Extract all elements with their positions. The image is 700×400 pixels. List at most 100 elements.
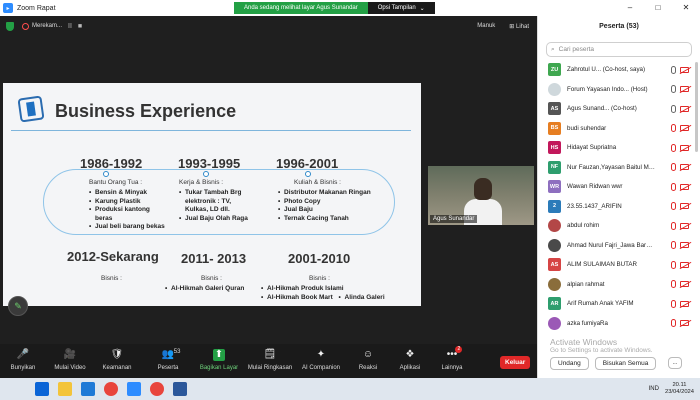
file-explorer-icon[interactable] [58,382,72,396]
participant-status-icons [671,182,689,191]
meeting-toolbar: 🎤 Bunyikan 🎥 Mulai Video 🛡 Keamanan 👥 53 … [0,344,537,378]
mic-off-icon [671,163,676,172]
avatar: 2 [548,199,561,213]
participants-button[interactable]: 👥 53 Peserta [153,344,183,371]
windows-start-icon[interactable] [35,382,49,396]
close-button[interactable]: ✕ [672,0,700,16]
block-item: Al-Hikmah Galeri Quran [165,285,255,294]
invite-button[interactable]: Undang [550,357,589,370]
stop-recording-button[interactable]: ■ [78,23,82,30]
record-icon [22,22,29,30]
language-indicator[interactable]: IND [649,386,659,392]
participant-status-icons [671,124,689,133]
layout-button[interactable]: Manuk [477,23,495,30]
timeline-year: 2011- 2013 [181,251,247,266]
participant-row[interactable]: abdul rohim [538,216,700,236]
experience-block: Bantu Orang Tua : Bensin & Minyak Karung… [89,179,179,232]
scrollbar[interactable] [695,62,698,152]
avatar: AR [548,297,561,311]
participant-row[interactable]: 2 23.55.1437_ARIFIN [538,197,700,217]
participant-row[interactable]: ZU Zahrotul U... (Co-host, saya) [538,60,700,80]
clock[interactable]: 20.11 23/04/2024 [665,382,694,396]
participant-name: Arif Rumah Anak YAFIM [567,300,634,308]
video-off-icon [680,300,689,307]
chrome-icon[interactable] [104,382,118,396]
mic-off-icon [671,299,676,308]
participant-status-icons [671,163,689,172]
avatar [548,82,561,96]
participant-row[interactable]: AR Arif Rumah Anak YAFIM [538,294,700,314]
participant-row[interactable]: WR Wawan Ridwan wwr [538,177,700,197]
leave-button[interactable]: Keluar [500,356,531,369]
mic-off-icon [671,280,676,289]
system-tray: IND 20.11 23/04/2024 [649,382,694,396]
participant-row[interactable]: NF Nur Fauzan,Yayasan Baitul Musl... [538,158,700,178]
avatar [548,316,561,330]
participant-status-icons [671,85,689,94]
participant-status-icons [671,65,689,74]
participant-row[interactable]: HS Hidayat Supriatna [538,138,700,158]
mic-off-icon [671,143,676,152]
panel-title: Peserta (53) [599,23,639,30]
window-title: Zoom Rapat [17,4,56,12]
apps-button[interactable]: ❖ Aplikasi [397,344,423,371]
participant-row[interactable]: AS ALIM SULAIMAN BUTAR [538,255,700,275]
participant-row[interactable]: alpian rahmat [538,275,700,295]
pause-recording-button[interactable]: II [68,23,72,30]
toolbar-label: AI Companion [301,365,341,371]
block-heading: Bisnis : [309,275,330,282]
participant-row[interactable]: azka fumiyaRa [538,314,700,334]
timeline-year: 1993-1995 [178,156,241,171]
mic-off-icon [671,182,676,191]
video-off-icon [680,261,689,268]
apps-icon: ❖ [405,349,415,360]
block-heading: Kerja & Bisnis : [179,179,224,186]
start-video-button[interactable]: 🎥 Mulai Video [53,344,87,371]
block-item: Alinda Galeri [339,294,385,303]
share-screen-button[interactable]: ⬆ Bagikan Layar [199,344,239,371]
minimize-button[interactable]: – [616,0,644,16]
meeting-top-bar: Merekam... II ■ Manuk ⊞ Lihat [0,16,537,36]
chrome-icon[interactable] [150,382,164,396]
security-button[interactable]: 🛡 Keamanan [100,344,134,371]
toolbar-label: Mulai Video [54,365,86,371]
annotate-icon[interactable]: ✎ [8,296,28,316]
unmute-button[interactable]: 🎤 Bunyikan [8,344,38,371]
participant-name: 23.55.1437_ARIFIN [567,202,622,210]
participant-name: Zahrotul U... (Co-host, saya) [567,66,646,74]
block-heading: Bisnis : [201,275,222,282]
block-item: Produksi kantong beras [89,206,155,223]
view-button[interactable]: ⊞ Lihat [509,23,529,30]
block-item: Ternak Cacing Tanah [278,215,388,224]
start-summary-button[interactable]: 🗒 Mulai Ringkasan [245,344,295,371]
participant-row[interactable]: AS Agus Sunand... (Co-host) [538,99,700,119]
shield-icon[interactable] [6,21,14,31]
windows-taskbar: IND 20.11 23/04/2024 [0,378,700,400]
search-input[interactable]: ⌕ Cari peserta [546,42,692,57]
participant-name: Ahmad Nurul Fajri_Jawa Barat ... [567,241,655,249]
participant-name: azka fumiyaRa [567,319,608,327]
participant-name: Agus Sunand... (Co-host) [567,105,637,113]
participant-row[interactable]: Forum Yayasan Indo... (Host) [538,80,700,100]
mic-off-icon [671,202,676,211]
more-button[interactable]: ••• 2 Lainnya [439,344,465,371]
participant-name: budi suhendar [567,124,607,132]
more-options-button[interactable]: ... [668,357,682,369]
participant-row[interactable]: BS budi suhendar [538,119,700,139]
word-icon[interactable] [173,382,187,396]
avatar: ZU [548,63,561,77]
edge-icon[interactable] [81,382,95,396]
view-options-button[interactable]: Opsi Tampilan ⌄ [367,2,435,14]
experience-block: Kerja & Bisnis : Tukar Tambah Brg elektr… [179,179,271,224]
participant-video[interactable]: Agus Sunandar [428,166,534,225]
block-item: Photo Copy [278,198,388,207]
maximize-button[interactable]: □ [644,0,672,16]
ai-companion-button[interactable]: ✦ AI Companion [301,344,341,371]
video-off-icon [680,222,689,229]
zoom-taskbar-icon[interactable] [127,382,141,396]
mute-all-button[interactable]: Bisukan Semua [594,357,657,370]
toolbar-label: Keamanan [102,365,132,371]
participant-row[interactable]: Ahmad Nurul Fajri_Jawa Barat ... [538,236,700,256]
block-item: Jual Baju [278,206,388,215]
reactions-button[interactable]: ☺ Reaksi [355,344,381,371]
